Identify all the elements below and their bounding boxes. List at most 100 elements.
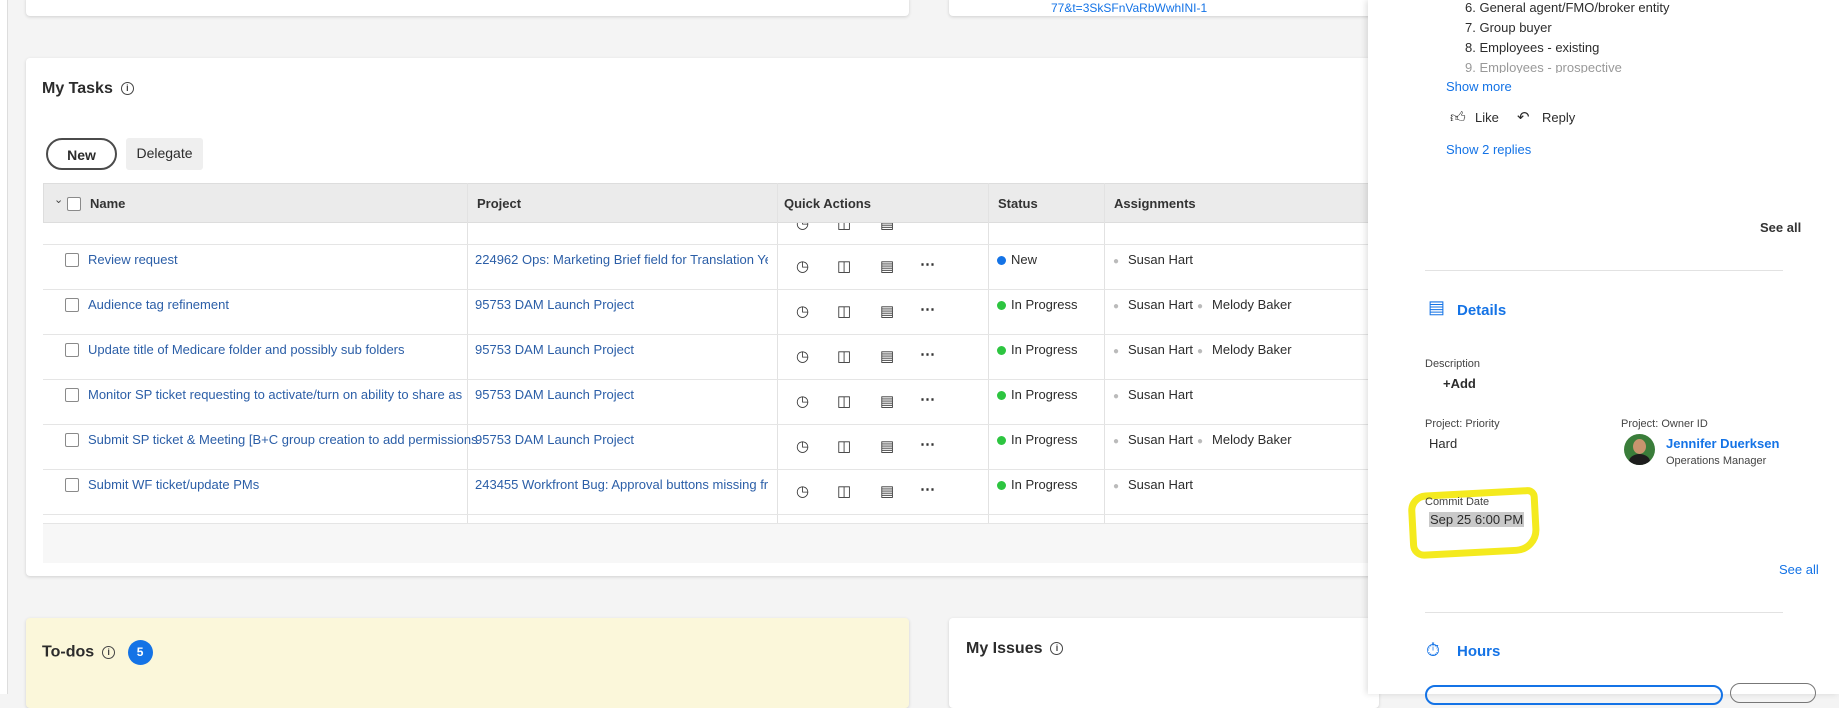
row-checkbox[interactable] bbox=[65, 298, 79, 312]
preview-icon[interactable]: ◫ bbox=[837, 223, 851, 232]
status[interactable]: New bbox=[997, 252, 1037, 267]
clock-icon[interactable]: ◷ bbox=[796, 223, 809, 232]
preview-icon[interactable]: ◫ bbox=[837, 482, 851, 500]
add-document-icon[interactable]: ▤ bbox=[880, 482, 894, 500]
more-icon[interactable]: ⋯ bbox=[920, 345, 935, 363]
project-link[interactable]: 95753 DAM Launch Project bbox=[475, 297, 768, 312]
reply-icon[interactable]: ↶ bbox=[1517, 108, 1530, 126]
task-name-link[interactable]: Submit WF ticket/update PMs bbox=[88, 477, 503, 492]
table-row[interactable]: Update title of Medicare folder and poss… bbox=[43, 335, 1373, 380]
table-footer bbox=[43, 523, 1373, 563]
like-icon[interactable]: 👍︎ bbox=[1450, 109, 1466, 127]
row-checkbox[interactable] bbox=[65, 343, 79, 357]
preview-icon[interactable]: ◫ bbox=[837, 257, 851, 275]
preview-icon[interactable]: ◫ bbox=[837, 302, 851, 320]
project-link[interactable]: 95753 DAM Launch Project bbox=[475, 387, 768, 402]
assignee-name[interactable]: Melody Baker bbox=[1212, 342, 1291, 357]
my-issues-card: My Issues i bbox=[949, 618, 1379, 708]
new-button[interactable]: New bbox=[46, 138, 117, 170]
add-document-icon[interactable]: ▤ bbox=[880, 437, 894, 455]
assignee-name[interactable]: Susan Hart bbox=[1128, 252, 1193, 267]
status[interactable]: In Progress bbox=[997, 432, 1077, 447]
task-name-link[interactable]: Review request bbox=[88, 252, 503, 267]
col-name[interactable]: Name bbox=[90, 196, 125, 211]
project-link[interactable]: 243455 Workfront Bug: Approval buttons m… bbox=[475, 477, 768, 492]
add-description-button[interactable]: +Add bbox=[1443, 376, 1476, 391]
hours-tab[interactable] bbox=[1730, 683, 1816, 703]
row-checkbox[interactable] bbox=[65, 433, 79, 447]
status[interactable]: In Progress bbox=[997, 387, 1077, 402]
assignee-name[interactable]: Susan Hart bbox=[1128, 297, 1193, 312]
clock-icon[interactable]: ◷ bbox=[796, 437, 809, 455]
clock-icon[interactable]: ◷ bbox=[796, 302, 809, 320]
show-replies-link[interactable]: Show 2 replies bbox=[1446, 142, 1531, 157]
more-icon[interactable]: ⋯ bbox=[920, 255, 935, 273]
table-row[interactable]: Submit SP ticket & Meeting [B+C group cr… bbox=[43, 425, 1373, 470]
my-tasks-header: My Tasks i bbox=[42, 80, 134, 98]
info-icon[interactable]: i bbox=[1050, 642, 1064, 656]
status[interactable]: In Progress bbox=[997, 342, 1077, 357]
info-icon[interactable]: i bbox=[120, 82, 134, 96]
add-document-icon[interactable]: ▤ bbox=[880, 223, 894, 232]
clock-icon[interactable]: ◷ bbox=[796, 392, 809, 410]
task-name-link[interactable]: Audience tag refinement bbox=[88, 297, 503, 312]
assignments: ● Susan Hart ● Melody Baker bbox=[1113, 297, 1296, 312]
more-icon[interactable]: ⋯ bbox=[920, 480, 935, 498]
table-row[interactable]: Monitor SP ticket requesting to activate… bbox=[43, 380, 1373, 425]
project-link[interactable]: 224962 Ops: Marketing Brief field for Tr… bbox=[475, 252, 768, 267]
clock-icon[interactable]: ◷ bbox=[796, 347, 809, 365]
owner-name-link[interactable]: Jennifer Duerksen bbox=[1666, 436, 1779, 451]
project-link[interactable]: 95753 DAM Launch Project bbox=[475, 432, 768, 447]
assignee-name[interactable]: Susan Hart bbox=[1128, 477, 1193, 492]
assignee-name[interactable]: Susan Hart bbox=[1128, 342, 1193, 357]
preview-icon[interactable]: ◫ bbox=[837, 437, 851, 455]
preview-icon[interactable]: ◫ bbox=[837, 392, 851, 410]
my-tasks-title: My Tasks bbox=[42, 80, 113, 97]
task-name-link[interactable]: Submit SP ticket & Meeting [B+C group cr… bbox=[88, 432, 503, 447]
see-all-link[interactable]: See all bbox=[1760, 220, 1801, 235]
add-document-icon[interactable]: ▤ bbox=[880, 347, 894, 365]
see-all-link[interactable]: See all bbox=[1779, 562, 1819, 577]
project-link[interactable]: 95753 DAM Launch Project bbox=[475, 342, 768, 357]
status-label: New bbox=[1011, 252, 1038, 267]
assignee-name[interactable]: Susan Hart bbox=[1128, 387, 1193, 402]
select-all-checkbox[interactable] bbox=[67, 197, 81, 211]
reply-button[interactable]: Reply bbox=[1542, 110, 1575, 125]
show-more-link[interactable]: Show more bbox=[1446, 79, 1512, 94]
more-icon[interactable]: ⋯ bbox=[920, 390, 935, 408]
assignee-name[interactable]: Susan Hart bbox=[1128, 432, 1193, 447]
clock-icon[interactable]: ◷ bbox=[796, 257, 809, 275]
delegate-button[interactable]: Delegate bbox=[126, 138, 203, 170]
like-button[interactable]: Like bbox=[1475, 110, 1499, 125]
info-icon[interactable]: i bbox=[102, 646, 116, 659]
row-checkbox[interactable] bbox=[65, 253, 79, 267]
preview-icon[interactable]: ◫ bbox=[837, 347, 851, 365]
more-icon[interactable]: ⋯ bbox=[920, 300, 935, 318]
more-icon[interactable]: ⋯ bbox=[920, 435, 935, 453]
status[interactable]: In Progress bbox=[997, 297, 1077, 312]
assignee-name[interactable]: Melody Baker bbox=[1212, 432, 1291, 447]
task-name-link[interactable]: Monitor SP ticket requesting to activate… bbox=[88, 387, 503, 402]
add-document-icon[interactable]: ▤ bbox=[880, 392, 894, 410]
owner-role: Operations Manager bbox=[1666, 455, 1767, 467]
assignments: ● Susan Hart ● Melody Baker bbox=[1113, 342, 1296, 357]
top-right-link[interactable]: 77&t=3SkSFnVaRbWwhINI-1 bbox=[1051, 1, 1207, 15]
chevron-down-icon[interactable]: ⌄ bbox=[54, 193, 63, 206]
table-row[interactable]: Review request 224962 Ops: Marketing Bri… bbox=[43, 245, 1373, 290]
status[interactable]: In Progress bbox=[997, 477, 1077, 492]
status-dot bbox=[997, 391, 1006, 401]
table-row[interactable]: Submit WF ticket/update PMs 243455 Workf… bbox=[43, 470, 1373, 515]
table-row[interactable]: Audience tag refinement 95753 DAM Launch… bbox=[43, 290, 1373, 335]
row-checkbox[interactable] bbox=[65, 388, 79, 402]
col-status[interactable]: Status bbox=[998, 196, 1038, 211]
more-icon[interactable]: ⋯ bbox=[921, 223, 936, 230]
hours-tab[interactable] bbox=[1425, 685, 1723, 705]
assignee-name[interactable]: Melody Baker bbox=[1212, 297, 1291, 312]
add-document-icon[interactable]: ▤ bbox=[880, 302, 894, 320]
row-checkbox[interactable] bbox=[65, 478, 79, 492]
task-name-link[interactable]: Update title of Medicare folder and poss… bbox=[88, 342, 503, 357]
col-assignments[interactable]: Assignments bbox=[1114, 196, 1196, 211]
add-document-icon[interactable]: ▤ bbox=[880, 257, 894, 275]
col-project[interactable]: Project bbox=[477, 196, 521, 211]
clock-icon[interactable]: ◷ bbox=[796, 482, 809, 500]
